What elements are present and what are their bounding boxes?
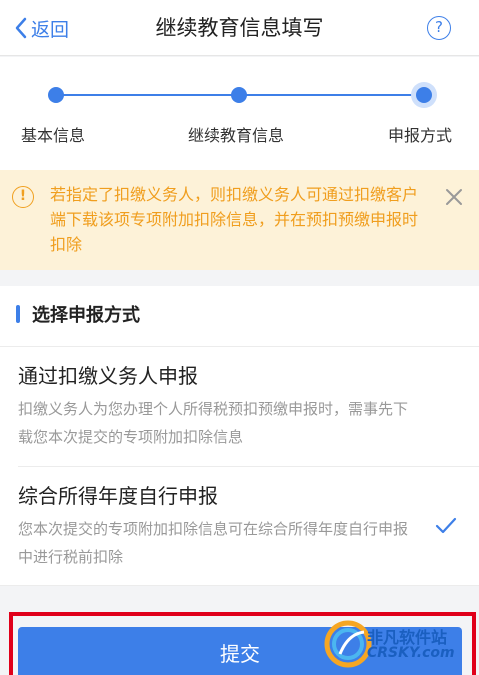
option-self-declaration[interactable]: 综合所得年度自行申报 您本次提交的专项附加扣除信息可在综合所得年度自行申报中进行… (18, 481, 418, 571)
option-title: 综合所得年度自行申报 (18, 484, 218, 508)
step-label-declaration: 申报方式 (388, 126, 453, 145)
page-title: 继续教育信息填写 (155, 16, 324, 40)
divider (0, 585, 479, 586)
check-icon (435, 517, 457, 534)
notice-banner: ! 若指定了扣缴义务人，则扣缴义务人可通过扣缴客户端下载该项专项附加扣除信息，并… (0, 170, 479, 270)
divider (18, 466, 479, 467)
step-label-education: 继续教育信息 (188, 126, 285, 145)
section-title-text: 选择申报方式 (32, 305, 140, 326)
close-icon[interactable] (443, 186, 465, 208)
option-desc: 扣缴义务人为您办理个人所得税预扣预缴申报时，需事先下载您本次提交的专项附加扣除信… (18, 400, 409, 446)
step-dot-2 (231, 87, 247, 103)
step-label-basic: 基本信息 (21, 126, 86, 145)
step-progress: 基本信息 继续教育信息 申报方式 (0, 57, 479, 170)
declaration-card: 选择申报方式 通过扣缴义务人申报 扣缴义务人为您办理个人所得税预扣预缴申报时，需… (0, 286, 479, 586)
watermark-subtext: CRSKY.com (367, 645, 455, 661)
navbar: 返回 继续教育信息填写 ? (0, 0, 479, 56)
section-accent-bar (16, 305, 20, 323)
warning-icon: ! (12, 186, 34, 208)
option-desc: 您本次提交的专项附加扣除信息可在综合所得年度自行申报中进行税前扣除 (18, 520, 409, 566)
notice-text: 若指定了扣缴义务人，则扣缴义务人可通过扣缴客户端下载该项专项附加扣除信息，并在预… (50, 185, 419, 254)
help-icon[interactable]: ? (427, 16, 451, 40)
option-title: 通过扣缴义务人申报 (18, 364, 198, 388)
option-withholding-agent[interactable]: 通过扣缴义务人申报 扣缴义务人为您办理个人所得税预扣预缴申报时，需事先下载您本次… (18, 361, 418, 451)
divider (0, 346, 479, 347)
section-title: 选择申报方式 (16, 300, 140, 328)
step-dot-current (416, 87, 432, 103)
step-dot-1 (48, 87, 64, 103)
